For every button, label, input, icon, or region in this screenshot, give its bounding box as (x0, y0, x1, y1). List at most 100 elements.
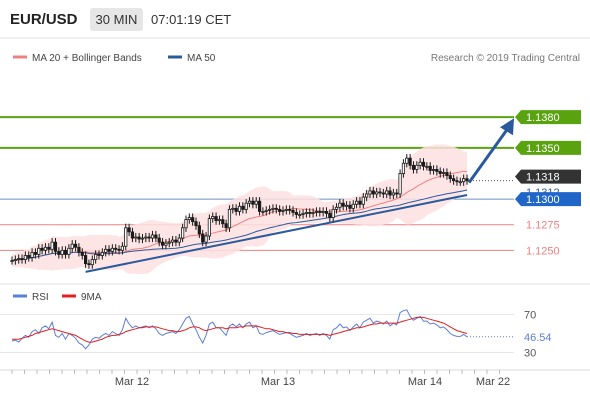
candle-body (17, 258, 21, 260)
candle-body (308, 212, 312, 214)
candle-body (341, 202, 345, 207)
candle-body (391, 192, 395, 196)
rsi-line (11, 309, 468, 350)
candle-body (458, 181, 462, 184)
price-label-1.1250: 1.1250 (526, 245, 560, 257)
candle-body (33, 251, 38, 255)
time-tick-Mar-12: Mar 12 (115, 376, 149, 388)
time-tick-Mar-14: Mar 14 (408, 376, 442, 388)
candle-body (164, 242, 168, 246)
candle-body (120, 245, 125, 251)
candle-body (204, 235, 208, 243)
candle-body (431, 169, 436, 171)
chart-canvas: EUR/USD 30 MIN 07:01:19 CET MA 20 + Boll… (0, 8, 590, 388)
candle-body (294, 212, 298, 215)
source-credit: Research © 2019 Trading Central (431, 53, 580, 64)
time-tick-Mar-13: Mar 13 (261, 376, 295, 388)
candle-body (191, 217, 195, 223)
price-labels: 1.13801.13501.13181.13121.13001.12751.12… (515, 110, 581, 257)
candle-body (441, 172, 446, 174)
candle-body (167, 241, 171, 244)
candle-body (84, 255, 88, 265)
candle-body (398, 173, 402, 195)
candle-body (117, 248, 121, 251)
price-label-1.1275: 1.1275 (526, 220, 560, 232)
candle-body (124, 227, 128, 247)
candle-body (401, 162, 406, 174)
candle-body (338, 202, 342, 208)
candle-body (43, 246, 48, 251)
candle-body (154, 234, 158, 239)
candle-body (144, 236, 148, 239)
candle-body (415, 164, 419, 170)
rsi-legend-label: RSI (32, 292, 49, 303)
candle-body (147, 236, 151, 239)
candle-body (418, 161, 422, 166)
candle-body (435, 169, 439, 172)
candle-body (137, 236, 141, 240)
candle-body (231, 207, 235, 210)
candle-body (257, 200, 262, 212)
candle-body (425, 165, 429, 168)
candle-body (177, 237, 181, 243)
candle-body (211, 216, 215, 219)
candle-body (411, 164, 416, 170)
candle-body (201, 233, 205, 243)
candle-body (194, 221, 198, 227)
candle-body (321, 211, 325, 213)
candle-body (160, 241, 165, 246)
candle-body (187, 217, 191, 221)
candle-body (291, 209, 295, 213)
candle-body (170, 239, 175, 243)
rsi-tick-30: 30 (524, 348, 536, 360)
candle-body (30, 251, 34, 258)
candle-body (77, 246, 81, 253)
price-label-1.1300: 1.1300 (526, 194, 560, 206)
time-axis: Mar 12 Mar 13 Mar 14 Mar 22 (11, 370, 510, 388)
candle-body (462, 178, 466, 183)
candle-body (224, 223, 228, 229)
candle-body (375, 191, 379, 195)
candle-body (10, 260, 14, 262)
rsi-last-value: 46.54 (524, 332, 552, 344)
rsi-tick-70: 70 (524, 310, 536, 322)
trading-chart: EUR/USD 30 MIN 07:01:19 CET MA 20 + Boll… (0, 0, 590, 400)
candle-body (268, 208, 272, 211)
timeframe-label: 30 MIN (96, 12, 138, 27)
candle-body (234, 207, 238, 212)
candle-body (110, 247, 114, 252)
pair-title: EUR/USD (10, 11, 78, 28)
candle-body (241, 205, 245, 210)
candle-body (140, 237, 145, 240)
candle-body (274, 207, 278, 210)
candle-body (27, 255, 31, 258)
candle-body (90, 259, 94, 266)
candle-body (197, 225, 201, 235)
candle-body (395, 192, 399, 195)
candle-body (261, 211, 265, 213)
candle-body (67, 247, 71, 255)
candle-body (428, 165, 432, 171)
candle-body (331, 208, 335, 218)
candle-body (94, 254, 98, 260)
candle-body (271, 207, 275, 210)
candle-body (438, 171, 442, 174)
candle-body (361, 196, 365, 205)
candle-body (40, 247, 44, 251)
candle-body (351, 203, 355, 209)
candle-body (405, 157, 409, 164)
candle-body (157, 237, 161, 243)
candle-body (344, 204, 349, 207)
candle-body (13, 259, 17, 261)
candle-body (452, 178, 456, 182)
candle-body (87, 263, 91, 266)
candle-body (408, 157, 412, 166)
candle-body (314, 211, 319, 213)
price-label-1.1380: 1.1380 (526, 112, 560, 124)
candle-body (311, 212, 315, 214)
projection-arrow-shaft (467, 127, 510, 184)
candle-body (304, 212, 309, 214)
candle-body (301, 213, 305, 215)
candle-body (134, 236, 138, 239)
candle-body (298, 214, 302, 216)
